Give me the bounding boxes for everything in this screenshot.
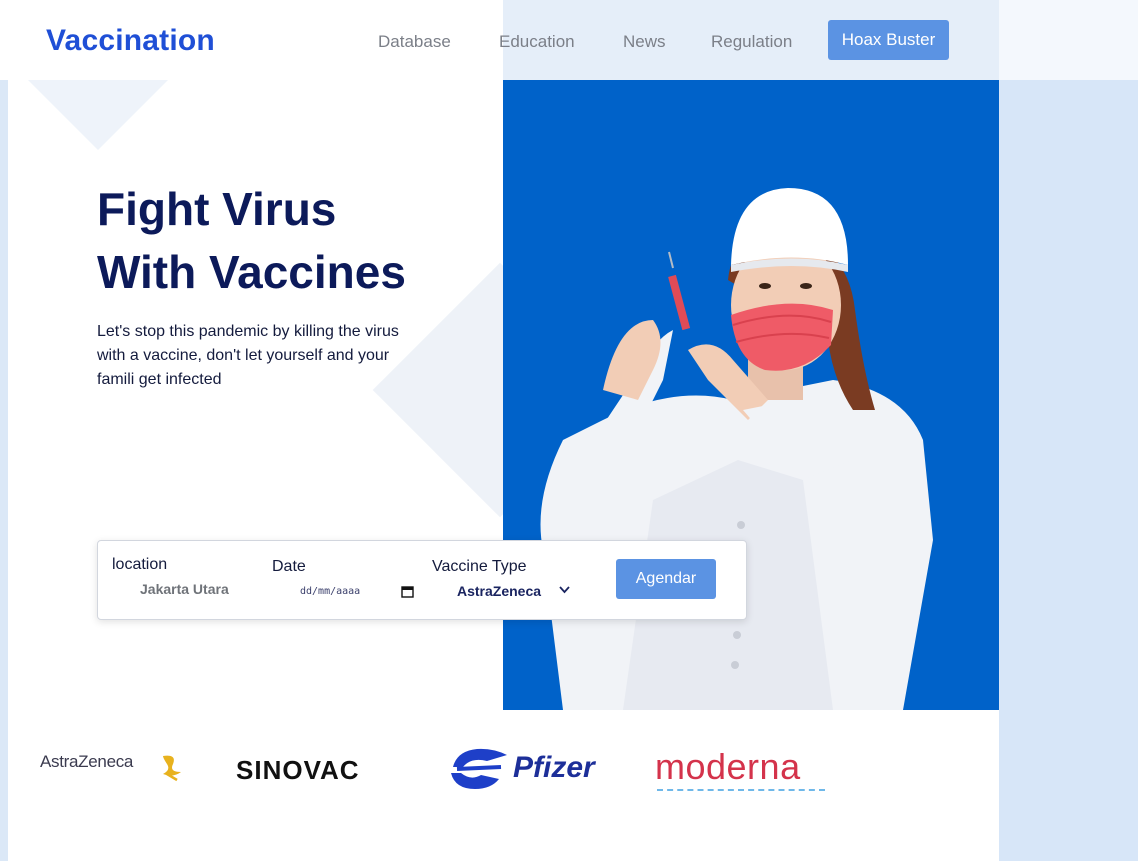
date-input[interactable]: dd/mm/aaaa xyxy=(300,586,360,597)
brand-moderna-logo: moderna xyxy=(655,746,825,791)
decorative-triangle xyxy=(28,80,168,150)
vaccine-type-label: Vaccine Type xyxy=(432,558,527,575)
brand-moderna-text: moderna xyxy=(655,746,801,787)
date-label: Date xyxy=(272,558,306,575)
nav-link-regulation[interactable]: Regulation xyxy=(711,32,792,52)
brand-astrazeneca-text: AstraZeneca xyxy=(40,752,134,771)
site-logo[interactable]: Vaccination xyxy=(46,24,215,58)
brand-pfizer-text: Pfizer xyxy=(513,751,595,784)
background-strip-left xyxy=(0,80,8,861)
brand-astrazeneca-logo: AstraZeneca xyxy=(40,752,181,782)
hero-description: Let's stop this pandemic by killing the … xyxy=(97,323,399,388)
location-input[interactable]: Jakarta Utara xyxy=(140,581,229,597)
hoax-buster-button[interactable]: Hoax Buster xyxy=(828,20,949,60)
nav-link-database[interactable]: Database xyxy=(378,32,451,52)
moderna-underline xyxy=(657,789,825,791)
brand-pfizer-logo: Pfizer xyxy=(447,745,619,795)
vaccine-type-select[interactable]: AstraZeneca xyxy=(457,583,541,599)
agendar-button[interactable]: Agendar xyxy=(616,559,716,599)
brand-sinovac-text: SINOVAC xyxy=(236,755,360,785)
vaccine-search-form: location Jakarta Utara Date dd/mm/aaaa V… xyxy=(97,540,747,620)
background-column-right xyxy=(999,80,1138,861)
hero-title: Fight Virus With Vaccines xyxy=(97,178,497,304)
astrazeneca-swirl-icon xyxy=(163,755,181,782)
calendar-icon[interactable] xyxy=(401,585,414,598)
nav-link-education[interactable]: Education xyxy=(499,32,575,52)
brand-sinovac-logo: SINOVAC xyxy=(236,755,360,786)
chevron-down-icon[interactable] xyxy=(559,586,570,594)
pfizer-pill-icon xyxy=(451,748,507,789)
location-label: location xyxy=(112,556,168,573)
nav-background-far-right xyxy=(999,0,1138,80)
hero-title-line-1: Fight Virus xyxy=(97,183,337,235)
hero-title-line-2: With Vaccines xyxy=(97,246,406,298)
nav-link-news[interactable]: News xyxy=(623,32,666,52)
